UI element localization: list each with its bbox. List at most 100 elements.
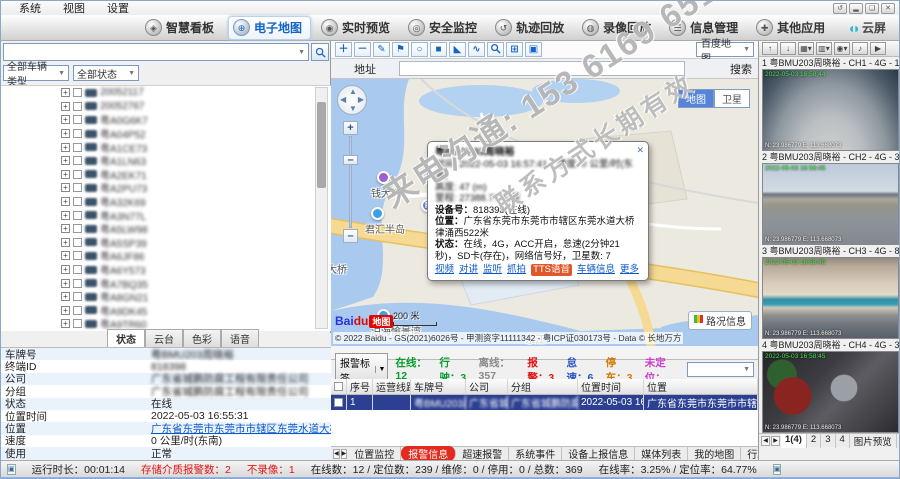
page-down-icon[interactable]: ↓ bbox=[780, 42, 796, 55]
map-tool-rectangle-icon[interactable]: ■ bbox=[430, 42, 447, 57]
tree-vehicle-row[interactable]: +粤A04P52 bbox=[1, 127, 331, 141]
tree-expand-icon[interactable]: + bbox=[61, 238, 70, 247]
popup-link-对讲[interactable]: 对讲 bbox=[459, 264, 478, 276]
snapshot-icon[interactable]: ◉▾ bbox=[834, 42, 850, 55]
tree-expand-icon[interactable]: + bbox=[61, 251, 70, 260]
tree-checkbox[interactable] bbox=[73, 129, 82, 138]
tree-checkbox[interactable] bbox=[73, 238, 82, 247]
toolbar-item-录像回放[interactable]: ◍录像回放 bbox=[578, 16, 659, 40]
map-tool-zoom-out-icon[interactable]: － bbox=[354, 42, 371, 57]
map-tool-zoom-in-icon[interactable]: ＋ bbox=[335, 42, 352, 57]
tree-expand-icon[interactable]: + bbox=[61, 211, 70, 220]
vehicle-search-button[interactable] bbox=[311, 43, 329, 61]
tree-checkbox[interactable] bbox=[73, 211, 82, 220]
tree-vehicle-row[interactable]: +粤A9DK45 bbox=[1, 304, 331, 318]
toolbar-item-电子地图[interactable]: ⊕电子地图 bbox=[228, 16, 311, 40]
tree-checkbox[interactable] bbox=[73, 279, 82, 288]
camera-thumbnail[interactable]: 2022-05-03 16:58:45N: 23.986779 E: 113.6… bbox=[762, 257, 899, 339]
tree-vehicle-row[interactable]: +粤A8GN21 bbox=[1, 290, 331, 304]
tree-checkbox[interactable] bbox=[73, 156, 82, 165]
vehicle-tree[interactable]: +20052117+20052767+粤A0G6K7+粤A04P52+粤A1CE… bbox=[1, 85, 331, 331]
pin-button[interactable]: ↺ bbox=[833, 3, 847, 14]
map-canvas[interactable]: ▲ ▼ ◀ ▶ + – – 地图卫星 钱大妈君汇半岛P泊海愉景湾东江大桥 ➤ 粤… bbox=[331, 79, 758, 346]
tree-checkbox[interactable] bbox=[73, 197, 82, 206]
pan-left-icon[interactable]: ◀ bbox=[340, 95, 346, 104]
camera-tab-2[interactable]: 2 bbox=[807, 434, 821, 448]
tree-checkbox[interactable] bbox=[73, 265, 82, 274]
audio-icon[interactable]: ♪ bbox=[852, 42, 868, 55]
camera-cell[interactable]: 3 粤BMU203周晓裕 - CH3 - 4G - 8 KB/S / 12022… bbox=[759, 245, 900, 339]
tree-expand-icon[interactable]: + bbox=[61, 170, 70, 179]
tab-报警信息[interactable]: 报警信息 bbox=[401, 446, 456, 461]
page-up-icon[interactable]: ↑ bbox=[762, 42, 778, 55]
toolbar-item-实时预览[interactable]: ◉实时预览 bbox=[317, 16, 398, 40]
tab-系统事件[interactable]: 系统事件 bbox=[509, 446, 562, 461]
tab-scroll-right-icon[interactable]: ▶ bbox=[771, 436, 780, 446]
tree-checkbox[interactable] bbox=[73, 319, 82, 328]
detail-tab-云台[interactable]: 云台 bbox=[145, 329, 183, 347]
map-zoom-handle[interactable]: – bbox=[343, 155, 358, 165]
menu-item-设置[interactable]: 设置 bbox=[97, 0, 139, 16]
restore-button[interactable]: ❏ bbox=[865, 3, 879, 14]
camera-thumbnail[interactable]: 2022-05-03 16:58:44N: 23.986779 E: 113.6… bbox=[762, 69, 899, 151]
tree-vehicle-row[interactable]: +粤A2EK71 bbox=[1, 168, 331, 182]
toolbar-item-安全监控[interactable]: ◎安全监控 bbox=[404, 16, 485, 40]
grid-layout-icon[interactable]: ▦▾ bbox=[798, 42, 814, 55]
tree-expand-icon[interactable]: + bbox=[61, 88, 70, 97]
tree-vehicle-row[interactable]: +粤A1CE73 bbox=[1, 140, 331, 154]
close-button[interactable]: ✕ bbox=[881, 3, 895, 14]
tree-expand-icon[interactable]: + bbox=[61, 129, 70, 138]
tree-expand-icon[interactable]: + bbox=[61, 115, 70, 124]
menu-item-视图[interactable]: 视图 bbox=[53, 0, 95, 16]
map-tool-marker-icon[interactable]: ⚑ bbox=[392, 42, 409, 57]
map-tool-polygon-icon[interactable]: ◣ bbox=[449, 42, 466, 57]
collapse-center-icon[interactable]: ▣ bbox=[773, 464, 782, 475]
map-tool-save-icon[interactable]: ▣ bbox=[525, 42, 542, 57]
popup-link-TTS语音[interactable]: TTS语音 bbox=[531, 264, 572, 276]
tree-checkbox[interactable] bbox=[73, 102, 82, 111]
map-type-地图[interactable]: 地图 bbox=[678, 89, 714, 108]
tree-expand-icon[interactable]: + bbox=[61, 156, 70, 165]
map-zoom-out-button[interactable]: – bbox=[343, 229, 358, 243]
tab-scroll-right-icon[interactable]: ▶ bbox=[341, 449, 348, 459]
tree-checkbox[interactable] bbox=[73, 143, 82, 152]
map-tool-fullscreen-icon[interactable]: ⊞ bbox=[506, 42, 523, 57]
tab-scroll-left-icon[interactable]: ◀ bbox=[333, 449, 340, 459]
tree-expand-icon[interactable]: + bbox=[61, 265, 70, 274]
tab-媒体列表[interactable]: 媒体列表 bbox=[635, 446, 688, 461]
address-search-button[interactable]: 搜索 bbox=[730, 61, 752, 77]
camera-tab-4[interactable]: 4 bbox=[836, 434, 850, 448]
play-icon[interactable]: ▶ bbox=[870, 42, 886, 55]
camera-cell[interactable]: 4 粤BMU203周晓裕 - CH4 - 4G - 3 KB/S / 12022… bbox=[759, 339, 900, 433]
toolbar-item-轨迹回放[interactable]: ↺轨迹回放 bbox=[491, 16, 572, 40]
map-source-select[interactable]: 百度地图▼ bbox=[696, 42, 754, 57]
tree-vehicle-row[interactable]: +粤A3N77L bbox=[1, 208, 331, 222]
detail-tab-色彩[interactable]: 色彩 bbox=[183, 329, 221, 347]
tree-expand-icon[interactable]: + bbox=[61, 197, 70, 206]
vehicle-state-filter[interactable]: 全部状态▼ bbox=[73, 65, 139, 81]
minimize-button[interactable]: ▂ bbox=[849, 3, 863, 14]
tree-vehicle-row[interactable]: +粤A5SP39 bbox=[1, 236, 331, 250]
camera-tab-3[interactable]: 3 bbox=[821, 434, 835, 448]
poi-pin-icon[interactable] bbox=[377, 171, 390, 184]
tab-设备上报信息[interactable]: 设备上报信息 bbox=[562, 446, 635, 461]
popup-link-车辆信息[interactable]: 车辆信息 bbox=[577, 264, 615, 276]
tree-checkbox[interactable] bbox=[73, 292, 82, 301]
detail-tab-状态[interactable]: 状态 bbox=[107, 329, 145, 347]
tab-我的地图[interactable]: 我的地图 bbox=[688, 446, 741, 461]
map-tool-polyline-icon[interactable]: ∿ bbox=[468, 42, 485, 57]
scrollbar-thumb[interactable] bbox=[317, 102, 326, 188]
tree-checkbox[interactable] bbox=[73, 88, 82, 97]
tree-vehicle-row[interactable]: +粤A6Y573 bbox=[1, 263, 331, 277]
tab-位置监控[interactable]: 位置监控 bbox=[348, 446, 401, 461]
tree-checkbox[interactable] bbox=[73, 224, 82, 233]
tree-vehicle-row[interactable]: +粤A7BQ35 bbox=[1, 276, 331, 290]
toolbar-item-其他应用[interactable]: ✚其他应用 bbox=[752, 16, 833, 40]
map-pan-control[interactable]: ▲ ▼ ◀ ▶ bbox=[337, 85, 367, 115]
tree-expand-icon[interactable]: + bbox=[61, 224, 70, 233]
camera-tab-图片预览[interactable]: 图片预览 bbox=[850, 434, 897, 448]
pan-right-icon[interactable]: ▶ bbox=[358, 95, 364, 104]
toolbar-item-智慧看板[interactable]: ◈智慧看板 bbox=[141, 16, 222, 40]
poi-pin-icon[interactable] bbox=[371, 207, 384, 220]
traffic-info-button[interactable]: 路况信息 bbox=[688, 311, 752, 330]
